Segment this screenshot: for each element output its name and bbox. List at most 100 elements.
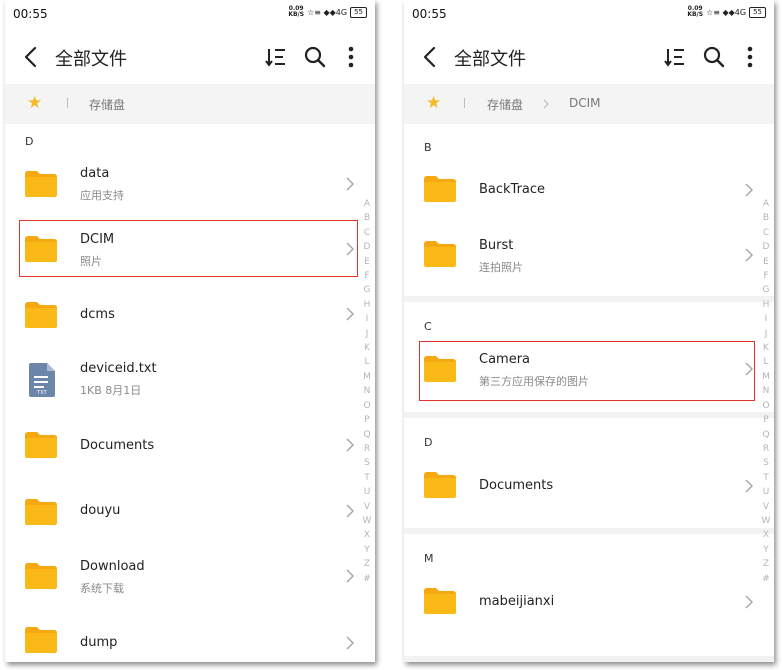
file-name: data (80, 166, 110, 181)
index-letter[interactable]: Z (361, 557, 373, 571)
file-subtitle: 系统下载 (80, 582, 124, 595)
index-letter[interactable]: F (760, 269, 772, 283)
list-item-burst[interactable]: Burst 连拍照片 (404, 224, 774, 284)
alphabet-index[interactable]: A B C D E F G H I J K L M N O P Q R S T U V W X Y Z # (361, 197, 373, 586)
index-letter[interactable]: L (361, 355, 373, 369)
index-letter[interactable]: D (361, 240, 373, 254)
list-item-douyu[interactable]: douyu (5, 479, 375, 539)
list-item-mabeijianxi[interactable]: mabeijianxi (404, 571, 774, 631)
index-letter[interactable]: A (361, 197, 373, 211)
index-letter[interactable]: H (361, 298, 373, 312)
index-letter[interactable]: U (760, 485, 772, 499)
index-letter[interactable]: J (760, 327, 772, 341)
chevron-right-icon (346, 307, 355, 321)
index-letter[interactable]: O (361, 399, 373, 413)
index-letter[interactable]: X (760, 528, 772, 542)
status-time: 00:55 (13, 7, 48, 21)
breadcrumb-item-dcim[interactable]: DCIM (569, 96, 601, 110)
index-letter[interactable]: H (760, 298, 772, 312)
index-letter[interactable]: U (361, 485, 373, 499)
index-letter[interactable]: Q (760, 428, 772, 442)
star-icon[interactable]: ★ (27, 93, 42, 113)
index-letter[interactable]: I (361, 312, 373, 326)
index-letter[interactable]: L (760, 355, 772, 369)
breadcrumb-item-storage[interactable]: 存储盘 (487, 96, 523, 113)
index-letter[interactable]: B (760, 211, 772, 225)
battery-icon: 55 (350, 6, 367, 18)
breadcrumb-item-storage[interactable]: 存储盘 (89, 96, 125, 113)
index-letter[interactable]: W (361, 514, 373, 528)
list-item-data[interactable]: data 应用支持 (5, 154, 375, 214)
index-letter[interactable]: # (361, 572, 373, 586)
list-item-documents[interactable]: Documents (5, 414, 375, 474)
breadcrumb-chevron-icon (543, 99, 549, 109)
back-arrow-icon[interactable] (418, 44, 444, 70)
index-letter[interactable]: Y (760, 543, 772, 557)
section-letter: M (424, 552, 434, 565)
index-letter[interactable]: E (760, 255, 772, 269)
alphabet-index[interactable]: A B C D E F G H I J K L M N O P Q R S T U V W X Y Z # (760, 197, 772, 586)
phone-screen-1: 00:55 0.09 KB/S ☆≡ ◆◆4G 55 全部文件 ★ 存储盘 D d… (5, 0, 375, 662)
index-letter[interactable]: G (361, 283, 373, 297)
index-letter[interactable]: V (760, 500, 772, 514)
section-divider (404, 656, 774, 662)
signal-icons: ☆≡ ◆◆4G (706, 7, 747, 17)
list-item-dcms[interactable]: dcms (5, 284, 375, 344)
list-item-dump[interactable]: dump (5, 609, 375, 662)
index-letter[interactable]: W (760, 514, 772, 528)
star-icon[interactable]: ★ (426, 93, 441, 113)
index-letter[interactable]: T (760, 471, 772, 485)
file-name: dcms (80, 307, 115, 322)
index-letter[interactable]: O (760, 399, 772, 413)
index-letter[interactable]: Z (760, 557, 772, 571)
index-letter[interactable]: R (361, 442, 373, 456)
index-letter[interactable]: Q (361, 428, 373, 442)
index-letter[interactable]: # (760, 572, 772, 586)
section-letter: B (424, 141, 432, 154)
index-letter[interactable]: G (760, 283, 772, 297)
sort-icon[interactable] (662, 44, 688, 70)
search-icon[interactable] (701, 44, 727, 70)
more-options-icon[interactable] (338, 44, 364, 70)
chevron-right-icon (745, 479, 754, 493)
index-letter[interactable]: A (760, 197, 772, 211)
index-letter[interactable]: K (361, 341, 373, 355)
index-letter[interactable]: S (361, 456, 373, 470)
index-letter[interactable]: M (361, 370, 373, 384)
index-letter[interactable]: N (361, 384, 373, 398)
index-letter[interactable]: Y (361, 543, 373, 557)
index-letter[interactable]: K (760, 341, 772, 355)
index-letter[interactable]: T (361, 471, 373, 485)
index-letter[interactable]: C (361, 226, 373, 240)
index-letter[interactable]: I (760, 312, 772, 326)
back-arrow-icon[interactable] (19, 44, 45, 70)
index-letter[interactable]: X (361, 528, 373, 542)
index-letter[interactable]: P (760, 413, 772, 427)
chevron-right-icon (745, 248, 754, 262)
list-item-documents[interactable]: Documents (404, 455, 774, 515)
index-letter[interactable]: F (361, 269, 373, 283)
index-letter[interactable]: P (361, 413, 373, 427)
chevron-right-icon (346, 636, 355, 650)
index-letter[interactable]: C (760, 226, 772, 240)
sort-icon[interactable] (263, 44, 289, 70)
app-bar: 全部文件 (5, 32, 375, 82)
list-item-deviceid[interactable]: TXT deviceid.txt 1KB 8月1日 (5, 349, 375, 409)
index-letter[interactable]: J (361, 327, 373, 341)
index-letter[interactable]: B (361, 211, 373, 225)
chevron-right-icon (745, 183, 754, 197)
index-letter[interactable]: N (760, 384, 772, 398)
index-letter[interactable]: M (760, 370, 772, 384)
breadcrumb-divider (67, 98, 68, 108)
list-item-backtrace[interactable]: BackTrace (404, 159, 774, 219)
index-letter[interactable]: V (361, 500, 373, 514)
index-letter[interactable]: E (361, 255, 373, 269)
file-subtitle: 连拍照片 (479, 261, 523, 274)
index-letter[interactable]: D (760, 240, 772, 254)
index-letter[interactable]: S (760, 456, 772, 470)
search-icon[interactable] (302, 44, 328, 70)
more-options-icon[interactable] (737, 44, 763, 70)
svg-text:TXT: TXT (36, 390, 47, 396)
index-letter[interactable]: R (760, 442, 772, 456)
list-item-download[interactable]: Download 系统下载 (5, 544, 375, 604)
